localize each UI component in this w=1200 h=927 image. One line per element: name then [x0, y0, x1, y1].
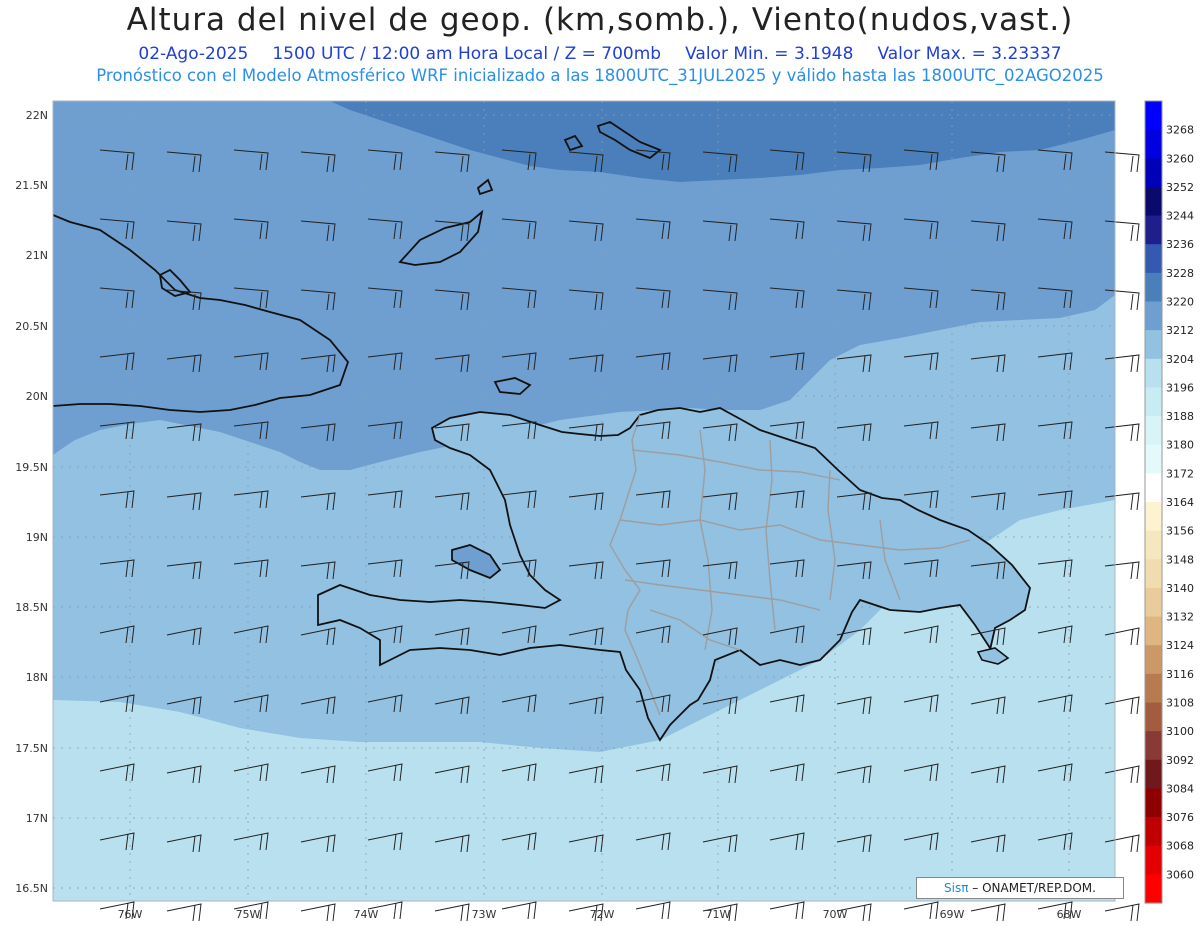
lon-label: 70W — [823, 908, 848, 921]
lat-label: 19N — [26, 531, 48, 544]
colorbar-label: 3244 — [1166, 210, 1194, 223]
colorbar-swatch — [1145, 502, 1162, 532]
colorbar-label: 3132 — [1166, 611, 1194, 624]
lat-label: 20.5N — [15, 320, 48, 333]
colorbar-label: 3060 — [1166, 868, 1194, 881]
colorbar-label: 3092 — [1166, 754, 1194, 767]
colorbar-label: 3268 — [1166, 124, 1194, 137]
colorbar-swatch — [1145, 530, 1162, 560]
colorbar-swatch — [1145, 129, 1162, 159]
credit-text: – ONAMET/REP.DOM. — [972, 881, 1096, 895]
colorbar-swatch — [1145, 874, 1162, 904]
colorbar-label: 3068 — [1166, 840, 1194, 853]
lat-label: 18N — [26, 671, 48, 684]
colorbar-swatch — [1145, 215, 1162, 245]
colorbar-swatch — [1145, 358, 1162, 389]
colorbar-swatch — [1145, 272, 1162, 303]
colorbar-label: 3148 — [1166, 553, 1194, 566]
wind-barb — [635, 901, 671, 920]
lat-label: 22N — [26, 109, 48, 122]
forecast-map: 22N 21.5N 21N 20.5N 20N 19.5N 19N 18.5N … — [15, 100, 1194, 922]
wind-barb — [166, 903, 202, 922]
colorbar-swatch — [1145, 330, 1162, 360]
lon-label: 71W — [706, 908, 731, 921]
colorbar-swatch — [1145, 788, 1162, 818]
wind-barb — [769, 901, 805, 920]
sis-logo-text: Sisπ — [944, 881, 969, 895]
colorbar-swatch — [1145, 158, 1162, 188]
colorbar-swatch — [1145, 444, 1162, 474]
colorbar-label: 3108 — [1166, 697, 1194, 710]
lat-label: 21.5N — [15, 179, 48, 192]
colorbar-swatch — [1145, 244, 1162, 274]
colorbar-label: 3212 — [1166, 324, 1194, 337]
colorbar-swatch — [1145, 587, 1162, 618]
colorbar-label: 3124 — [1166, 639, 1194, 652]
colorbar-label: 3140 — [1166, 582, 1194, 595]
lon-label: 72W — [590, 908, 615, 921]
lat-label: 19.5N — [15, 461, 48, 474]
wind-barb — [903, 901, 939, 920]
lat-axis: 22N 21.5N 21N 20.5N 20N 19.5N 19N 18.5N … — [15, 109, 48, 895]
colorbar-label: 3188 — [1166, 410, 1194, 423]
colorbar-label: 3076 — [1166, 811, 1194, 824]
colorbar-label: 3116 — [1166, 668, 1194, 681]
colorbar-swatch — [1145, 817, 1162, 847]
colorbar-swatch — [1145, 645, 1162, 675]
colorbar-swatch — [1145, 559, 1162, 589]
lon-label: 76W — [118, 908, 143, 921]
lat-label: 17N — [26, 812, 48, 825]
colorbar-swatch — [1145, 759, 1162, 790]
colorbar-label: 3164 — [1166, 496, 1194, 509]
colorbar-label: 3220 — [1166, 296, 1194, 309]
wind-barb — [300, 903, 336, 922]
colorbar-swatch — [1145, 301, 1162, 331]
colorbar-label: 3084 — [1166, 782, 1194, 795]
lon-label: 73W — [472, 908, 497, 921]
colorbar-swatch — [1145, 416, 1162, 446]
colorbar-swatch — [1145, 731, 1162, 761]
colorbar-label: 3172 — [1166, 467, 1194, 480]
colorbar-label: 3260 — [1166, 152, 1194, 165]
lon-label: 74W — [354, 908, 379, 921]
colorbar-swatch — [1145, 616, 1162, 646]
colorbar-label: 3100 — [1166, 725, 1194, 738]
lat-label: 17.5N — [15, 742, 48, 755]
colorbar-swatch — [1145, 387, 1162, 417]
wind-barb — [501, 901, 537, 920]
lat-label: 18.5N — [15, 601, 48, 614]
colorbar-swatch — [1145, 845, 1162, 875]
colorbar-label: 3180 — [1166, 439, 1194, 452]
credit-box: Sisπ – ONAMET/REP.DOM. — [916, 877, 1124, 899]
colorbar-label: 3196 — [1166, 381, 1194, 394]
colorbar-label: 3156 — [1166, 525, 1194, 538]
colorbar-label: 3204 — [1166, 353, 1194, 366]
lon-label: 75W — [236, 908, 261, 921]
colorbar-swatch — [1145, 673, 1162, 704]
colorbar-label: 3252 — [1166, 181, 1194, 194]
wind-barb — [434, 903, 470, 922]
wind-barb — [1104, 903, 1140, 922]
colorbar: 3268 3260 3252 3244 3236 3228 3220 3212 3204 3196… — [1144, 100, 1194, 904]
colorbar-swatch — [1145, 186, 1162, 217]
lon-label: 69W — [940, 908, 965, 921]
lat-label: 21N — [26, 249, 48, 262]
lat-label: 20N — [26, 390, 48, 403]
wind-barb — [970, 903, 1006, 922]
lon-label: 68W — [1057, 908, 1082, 921]
colorbar-label: 3236 — [1166, 238, 1194, 251]
colorbar-swatch — [1145, 101, 1162, 131]
colorbar-swatch — [1145, 702, 1162, 732]
colorbar-swatch — [1145, 473, 1162, 503]
colorbar-label: 3228 — [1166, 267, 1194, 280]
lat-label: 16.5N — [15, 882, 48, 895]
